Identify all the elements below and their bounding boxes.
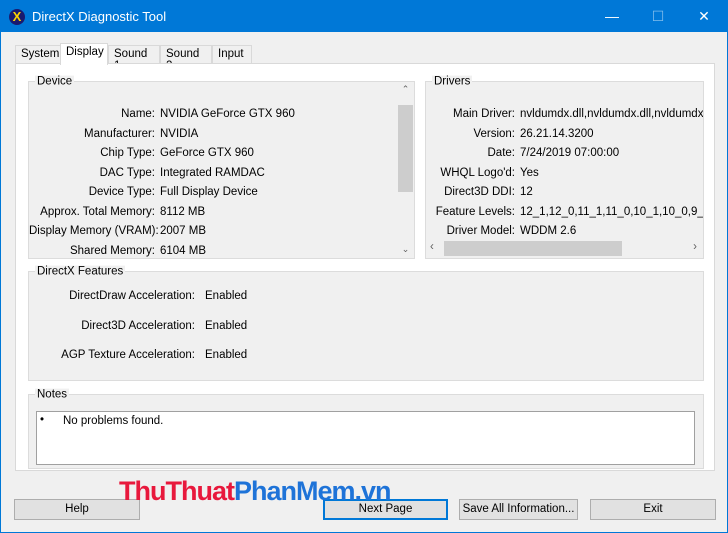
tab-sound-1[interactable]: Sound 1 — [108, 45, 160, 72]
drivers-row: Date: 7/24/2019 07:00:00 — [426, 147, 703, 163]
device-label: Name: — [121, 108, 155, 120]
features-value: Enabled — [205, 290, 248, 302]
drivers-row: Feature Levels: 12_1,12_0,11_1,11_0,10_1,… — [426, 206, 703, 222]
drivers-label: Driver Model: — [446, 225, 515, 237]
features-label: Direct3D Acceleration: — [81, 319, 195, 332]
device-label: Display Memory (VRAM): — [29, 225, 159, 237]
drivers-label: Version: — [473, 127, 515, 140]
title-bar: X DirectX Diagnostic Tool — ☐ ✕ — [1, 1, 727, 32]
watermark-part3: .vn — [354, 476, 392, 506]
drivers-value: Yes — [520, 166, 539, 179]
features-legend: DirectX Features — [35, 265, 126, 278]
notes-box[interactable]: • No problems found. — [36, 411, 695, 465]
device-row: Display Memory (VRAM): 2007 MB — [29, 225, 397, 241]
device-label: Shared Memory: — [69, 244, 155, 257]
drivers-row: WHQL Logo'd: Yes — [426, 167, 703, 183]
device-group: Device Name: NVIDIA GeForce GTX 960 Manufa… — [28, 75, 415, 259]
scroll-down-icon[interactable]: ⌄ — [397, 244, 414, 255]
device-row: Chip Type: GeForce GTX 960 — [29, 147, 397, 163]
drivers-hscrollbar[interactable]: ‹ › — [426, 240, 703, 257]
scroll-thumb[interactable] — [398, 105, 413, 192]
drivers-label: WHQL Logo'd: — [440, 166, 515, 179]
device-label: Device Type: — [88, 186, 155, 198]
maximize-button[interactable]: ☐ — [635, 1, 681, 32]
device-value: NVIDIA — [160, 127, 199, 140]
features-label: AGP Texture Acceleration: — [61, 349, 195, 361]
save-all-information-button[interactable]: Save All Information... — [459, 499, 578, 520]
drivers-label: Main Driver: — [453, 108, 515, 120]
notes-group: Notes • No problems found. — [28, 388, 704, 469]
directx-icon: X — [9, 9, 25, 25]
features-row: AGP Texture Acceleration: Enabled — [29, 349, 728, 365]
device-row: Device Type: Full Display Device — [29, 186, 397, 202]
minimize-button[interactable]: — — [589, 1, 635, 32]
features-label: DirectDraw Acceleration: — [69, 290, 195, 302]
device-value: 6104 MB — [160, 244, 207, 257]
drivers-value: 26.21.14.3200 — [520, 127, 594, 140]
drivers-value: nvldumdx.dll,nvldumdx.dll,nvldumdx.dll,n… — [520, 108, 703, 120]
device-scrollbar[interactable]: ⌃ ⌄ — [397, 82, 414, 258]
device-label: Manufacturer: — [84, 127, 155, 140]
device-row: Approx. Total Memory: 8112 MB — [29, 206, 397, 222]
device-label: Approx. Total Memory: — [40, 205, 155, 218]
hscroll-thumb[interactable] — [444, 241, 622, 256]
window-title: DirectX Diagnostic Tool — [32, 9, 167, 24]
device-value: Integrated RAMDAC — [160, 166, 265, 179]
close-button[interactable]: ✕ — [681, 1, 727, 32]
scroll-up-icon[interactable]: ⌃ — [397, 84, 414, 95]
scroll-right-icon[interactable]: › — [693, 241, 697, 253]
device-value: GeForce GTX 960 — [160, 147, 254, 159]
drivers-row: Main Driver: nvldumdx.dll,nvldumdx.dll,nv… — [426, 108, 703, 124]
note-item: No problems found. — [63, 415, 164, 427]
device-value: 2007 MB — [160, 225, 207, 237]
drivers-row: Driver Model: WDDM 2.6 — [426, 225, 703, 240]
tab-sound-2[interactable]: Sound 2 — [160, 45, 212, 72]
drivers-value: WDDM 2.6 — [520, 225, 577, 237]
scroll-left-icon[interactable]: ‹ — [430, 241, 434, 253]
device-row: Manufacturer: NVIDIA — [29, 128, 397, 144]
tab-input[interactable]: Input — [212, 45, 252, 64]
watermark: ThuThuatPhanMem.vn — [119, 476, 392, 507]
watermark-part2: PhanMem — [233, 476, 356, 506]
features-value: Enabled — [205, 319, 248, 332]
features-row: Direct3D Acceleration: Enabled — [29, 320, 728, 336]
directx-features-group: DirectX Features DirectDraw Acceleration… — [28, 265, 704, 381]
drivers-row: Version: 26.21.14.3200 — [426, 128, 703, 144]
device-value: 8112 MB — [160, 205, 206, 218]
drivers-label: Feature Levels: — [435, 205, 515, 218]
device-label: DAC Type: — [99, 166, 155, 179]
watermark-part1: ThuThuat — [119, 476, 235, 506]
drivers-label: Direct3D DDI: — [444, 186, 515, 198]
dxdiag-window: X DirectX Diagnostic Tool — ☐ ✕ System D… — [0, 0, 728, 533]
drivers-value: 12_1,12_0,11_1,11_0,10_1,10_0,9_3,9_2,9_… — [520, 205, 703, 218]
device-row: Shared Memory: 6104 MB — [29, 245, 397, 259]
device-row: DAC Type: Integrated RAMDAC — [29, 167, 397, 183]
device-row: Name: NVIDIA GeForce GTX 960 — [29, 108, 397, 124]
tab-system[interactable]: System — [15, 45, 61, 64]
features-row: DirectDraw Acceleration: Enabled — [29, 290, 728, 306]
device-label: Chip Type: — [100, 147, 155, 159]
drivers-value: 7/24/2019 07:00:00 — [520, 147, 620, 159]
features-value: Enabled — [205, 349, 248, 361]
drivers-label: Date: — [487, 147, 516, 159]
bullet: • — [40, 414, 45, 426]
drivers-value: 12 — [520, 186, 533, 198]
tab-display[interactable]: Display — [60, 43, 108, 65]
device-value: Full Display Device — [160, 186, 258, 198]
device-value: NVIDIA GeForce GTX 960 — [160, 108, 295, 120]
drivers-group: Drivers Main Driver: nvldumdx.dll,nvldumd… — [425, 75, 704, 259]
drivers-row: Direct3D DDI: 12 — [426, 186, 703, 202]
notes-legend: Notes — [35, 388, 70, 401]
exit-button[interactable]: Exit — [590, 499, 716, 520]
